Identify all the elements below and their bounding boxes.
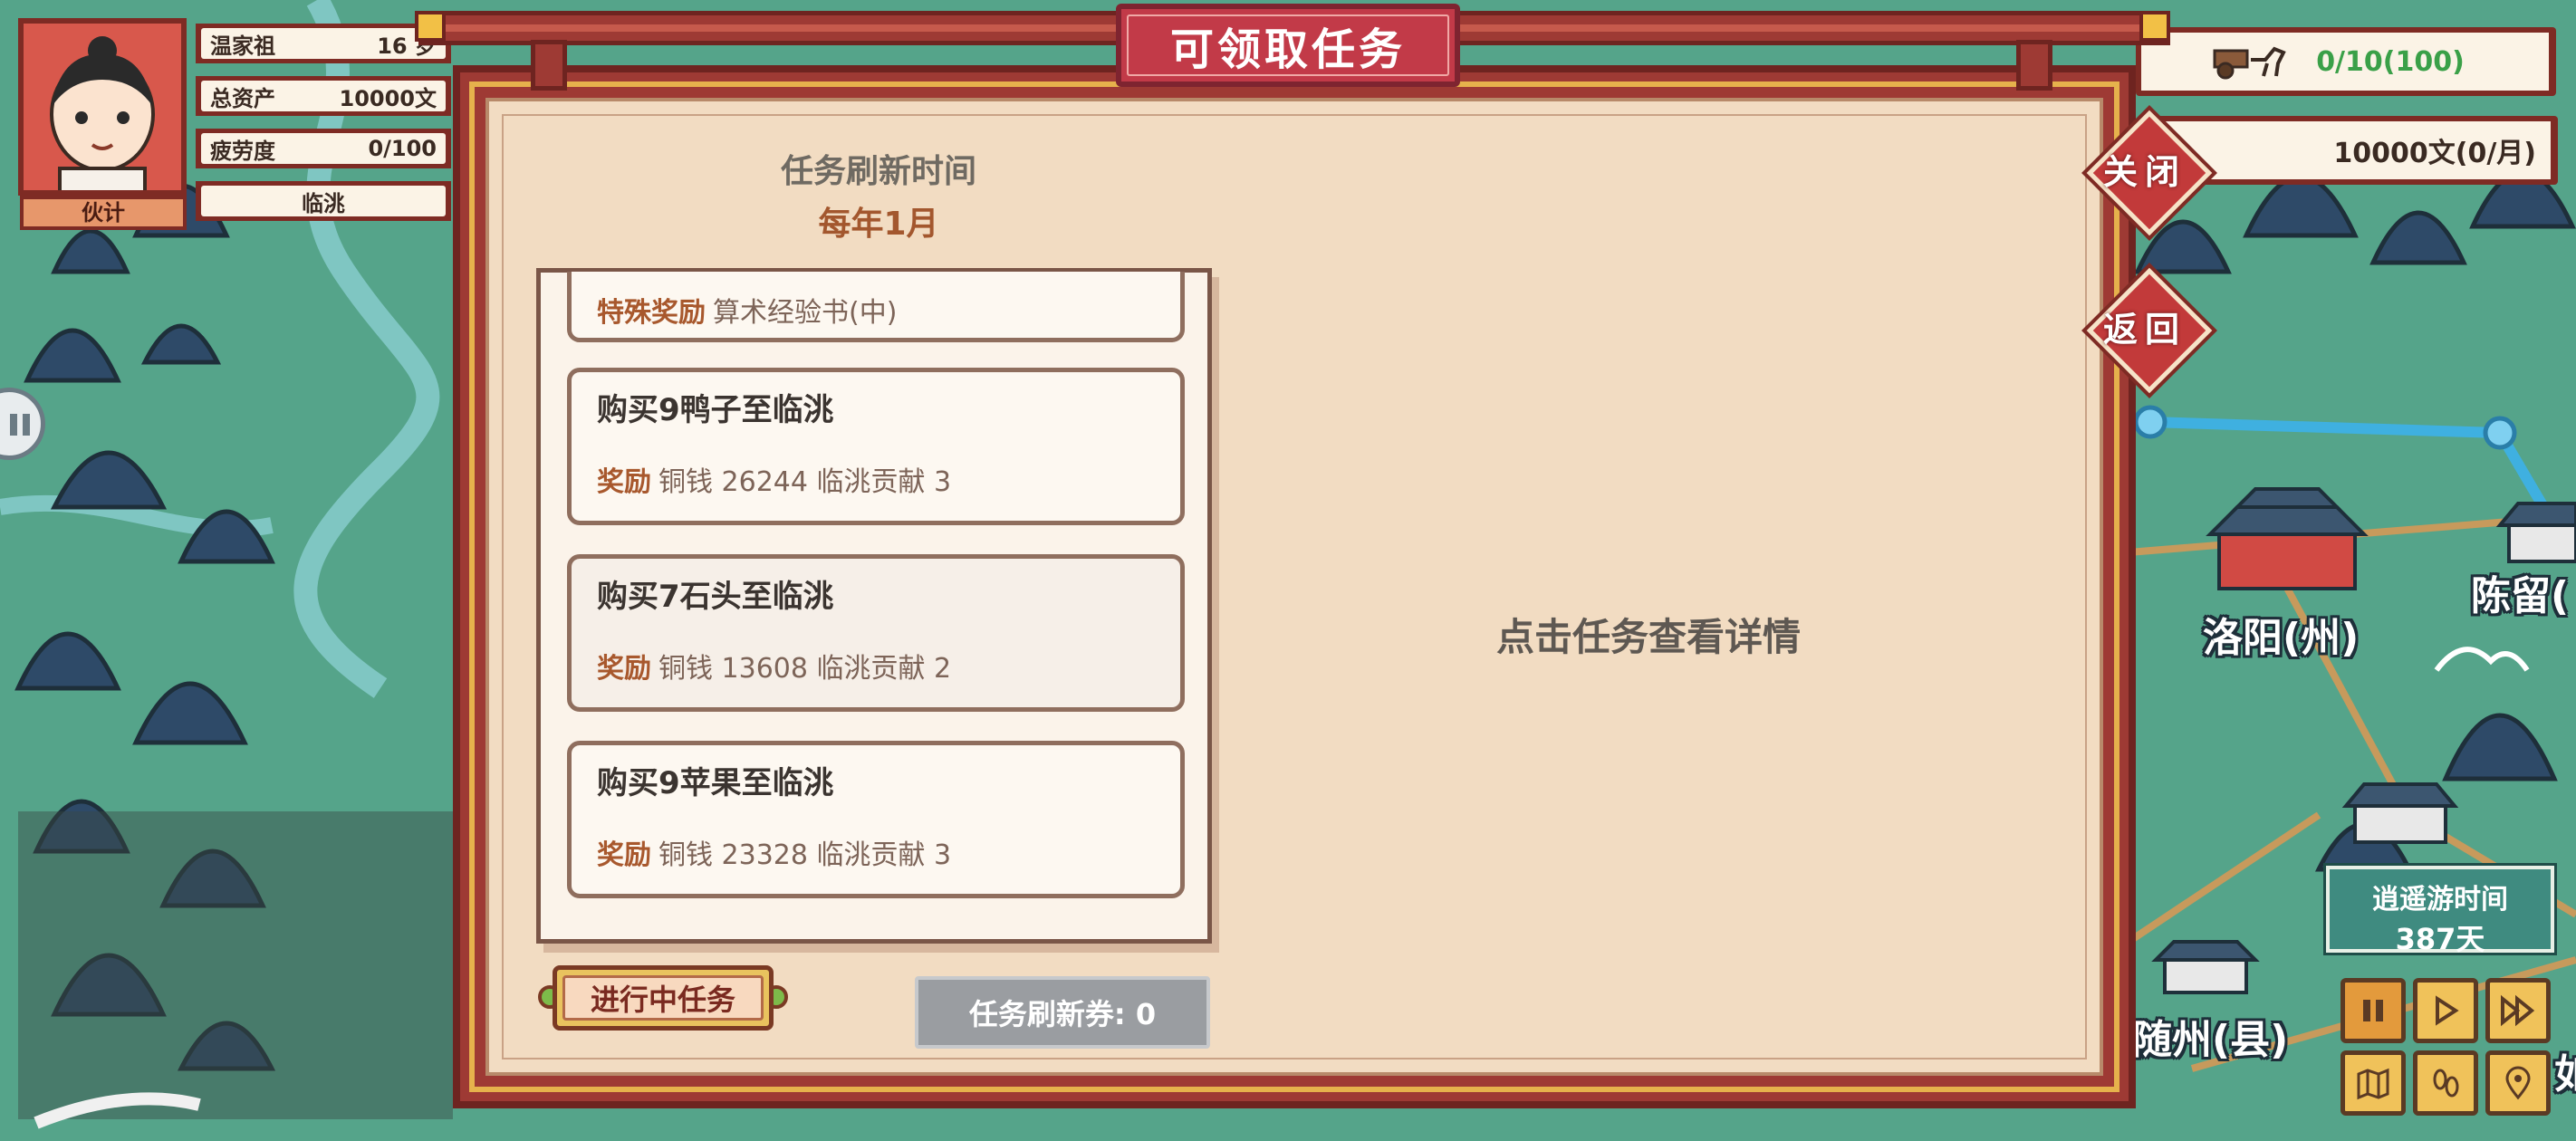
location-button[interactable] bbox=[2485, 1050, 2551, 1116]
reward-label: 奖励 bbox=[597, 466, 651, 498]
play-button[interactable] bbox=[2413, 978, 2478, 1043]
dialog-title: 可领取任务 bbox=[1169, 24, 1406, 75]
city-label-ru[interactable]: 如 bbox=[2554, 1041, 2576, 1099]
fast-forward-icon bbox=[2501, 994, 2535, 1027]
money-value: 10000文(0/月) bbox=[2333, 138, 2536, 169]
task-card[interactable]: 购买7石头至临洮 奖励 铜钱 13608 临洮贡献 2 bbox=[567, 554, 1185, 712]
player-avatar[interactable] bbox=[18, 18, 187, 196]
assets-label: 总资产 bbox=[210, 85, 275, 111]
assets-value: 10000文 bbox=[339, 85, 437, 111]
city-label-suizhou[interactable]: 随州(县) bbox=[2132, 1007, 2288, 1065]
refresh-ticket-button[interactable]: 任务刷新券: 0 bbox=[915, 976, 1210, 1049]
task-card[interactable]: 购买9鸭子至临洮 奖励 铜钱 26244 临洮贡献 3 bbox=[567, 368, 1185, 525]
task-title: 购买9苹果至临洮 bbox=[597, 765, 834, 801]
task-title: 购买9鸭子至临洮 bbox=[597, 392, 834, 428]
city-label-chenliu[interactable]: 陈留( bbox=[2471, 563, 2569, 621]
beam-cap-right bbox=[2139, 11, 2170, 42]
beam-cap-left bbox=[415, 11, 446, 42]
ongoing-tasks-label: 进行中任务 bbox=[590, 983, 735, 1017]
travel-time-label: 逍遥游时间 bbox=[2372, 884, 2508, 916]
dialog-title-plaque: 可领取任务 bbox=[1116, 4, 1460, 91]
player-assets-row: 总资产 10000文 bbox=[196, 76, 451, 116]
player-location: 临洮 bbox=[302, 190, 345, 216]
footsteps-button[interactable] bbox=[2413, 1050, 2478, 1116]
reward-value: 铜钱 23328 临洮贡献 3 bbox=[658, 839, 952, 871]
close-button[interactable]: 关闭 bbox=[2086, 110, 2213, 236]
reward-value: 铜钱 13608 临洮贡献 2 bbox=[658, 653, 952, 685]
pause-button[interactable] bbox=[2341, 978, 2406, 1043]
map-icon bbox=[2357, 1068, 2389, 1100]
player-panel: 伙计 温家祖 16 岁 总资产 10000文 疲劳度 0/100 临洮 bbox=[14, 14, 451, 230]
reward-label: 奖励 bbox=[597, 839, 651, 871]
special-reward-value: 算术经验书(中) bbox=[713, 297, 898, 329]
city-label-luoyang[interactable]: 洛阳(州) bbox=[2203, 605, 2359, 663]
fatigue-value: 0/100 bbox=[368, 136, 437, 161]
special-reward-label: 特殊奖励 bbox=[597, 297, 706, 329]
fast-forward-button[interactable] bbox=[2485, 978, 2551, 1043]
footsteps-icon bbox=[2433, 1069, 2459, 1098]
task-card[interactable]: 购买9苹果至临洮 奖励 铜钱 23328 临洮贡献 3 bbox=[567, 741, 1185, 898]
back-button[interactable]: 返回 bbox=[2086, 267, 2213, 394]
horse-cart-icon bbox=[2213, 46, 2286, 80]
caravan-capacity-bar: 0/10(100) bbox=[2136, 27, 2556, 96]
task-card-partial[interactable]: 特殊奖励 算术经验书(中) bbox=[567, 272, 1185, 342]
task-title: 购买7石头至临洮 bbox=[597, 579, 834, 615]
pause-icon bbox=[2363, 1000, 2383, 1021]
close-label: 关闭 bbox=[2102, 151, 2187, 192]
location-pin-icon bbox=[2505, 1066, 2531, 1100]
pause-icon bbox=[10, 414, 17, 436]
travel-time-panel: 逍遥游时间 387天 bbox=[2326, 866, 2554, 956]
travel-time-days: 387天 bbox=[2395, 922, 2485, 956]
refresh-time-value: 每年1月 bbox=[818, 206, 939, 243]
player-location-row: 临洮 bbox=[196, 181, 451, 221]
reward-value: 铜钱 26244 临洮贡献 3 bbox=[658, 466, 952, 498]
back-label: 返回 bbox=[2102, 309, 2187, 350]
player-fatigue-row: 疲劳度 0/100 bbox=[196, 129, 451, 168]
player-name: 温家祖 bbox=[210, 33, 275, 59]
player-name-row: 温家祖 16 岁 bbox=[196, 24, 451, 63]
reward-label: 奖励 bbox=[597, 653, 651, 685]
task-detail-hint: 点击任务查看详情 bbox=[1495, 615, 1801, 659]
map-button[interactable] bbox=[2341, 1050, 2406, 1116]
beam-post-right bbox=[2016, 40, 2052, 91]
refresh-time-label: 任务刷新时间 bbox=[780, 153, 976, 190]
player-role-badge: 伙计 bbox=[20, 196, 187, 230]
ongoing-tasks-button[interactable]: 进行中任务 bbox=[538, 965, 788, 1031]
caravan-capacity-value: 0/10(100) bbox=[2316, 45, 2465, 78]
fatigue-label: 疲劳度 bbox=[210, 138, 275, 164]
player-portrait-icon bbox=[24, 24, 181, 190]
beam-post-left bbox=[531, 40, 567, 91]
play-icon bbox=[2436, 995, 2459, 1026]
